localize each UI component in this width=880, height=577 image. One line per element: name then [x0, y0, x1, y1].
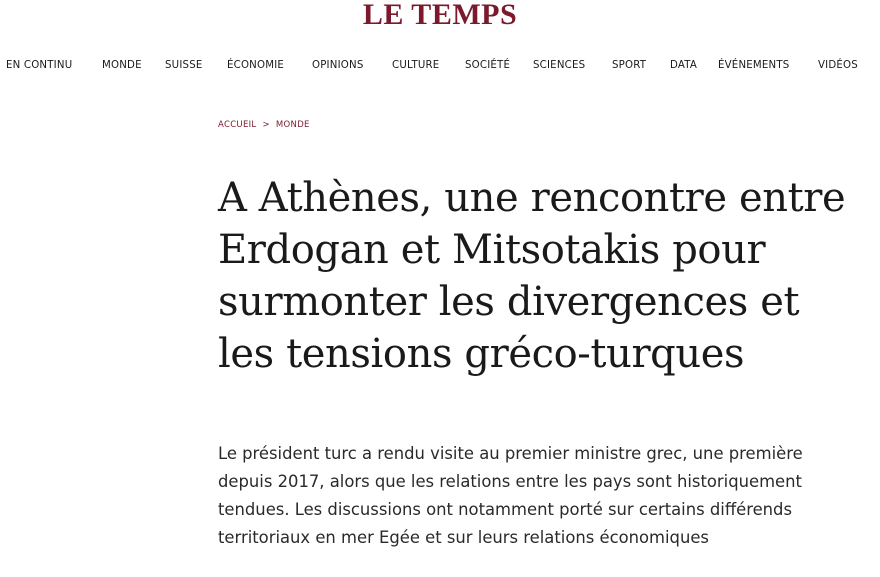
nav-item-en-continu[interactable]: EN CONTINU — [6, 60, 72, 71]
nav-item-culture[interactable]: CULTURE — [392, 60, 439, 71]
article-headline: A Athènes, une rencontre entre Erdogan e… — [218, 175, 846, 377]
masthead: LE TEMPS — [0, 0, 880, 36]
site-logo[interactable]: LE TEMPS — [363, 0, 517, 30]
nav-item-economie[interactable]: ÉCONOMIE — [227, 60, 284, 71]
nav-item-sciences[interactable]: SCIENCES — [533, 60, 585, 71]
breadcrumb-home-link[interactable]: ACCUEIL — [218, 120, 256, 130]
breadcrumb: ACCUEIL > MONDE — [218, 120, 310, 130]
breadcrumb-section-link[interactable]: MONDE — [276, 120, 310, 130]
main-navigation: EN CONTINU MONDE SUISSE ÉCONOMIE OPINION… — [0, 60, 880, 76]
article-lead: Le président turc a rendu visite au prem… — [218, 444, 803, 547]
nav-item-videos[interactable]: VIDÉOS — [818, 60, 858, 71]
nav-item-suisse[interactable]: SUISSE — [165, 60, 203, 71]
nav-item-evenements[interactable]: ÉVÉNEMENTS — [718, 60, 789, 71]
nav-item-opinions[interactable]: OPINIONS — [312, 60, 364, 71]
nav-item-societe[interactable]: SOCIÉTÉ — [465, 60, 510, 71]
nav-item-data[interactable]: DATA — [670, 60, 697, 71]
nav-item-sport[interactable]: SPORT — [612, 60, 646, 71]
breadcrumb-separator: > — [262, 120, 270, 130]
nav-item-monde[interactable]: MONDE — [102, 60, 142, 71]
